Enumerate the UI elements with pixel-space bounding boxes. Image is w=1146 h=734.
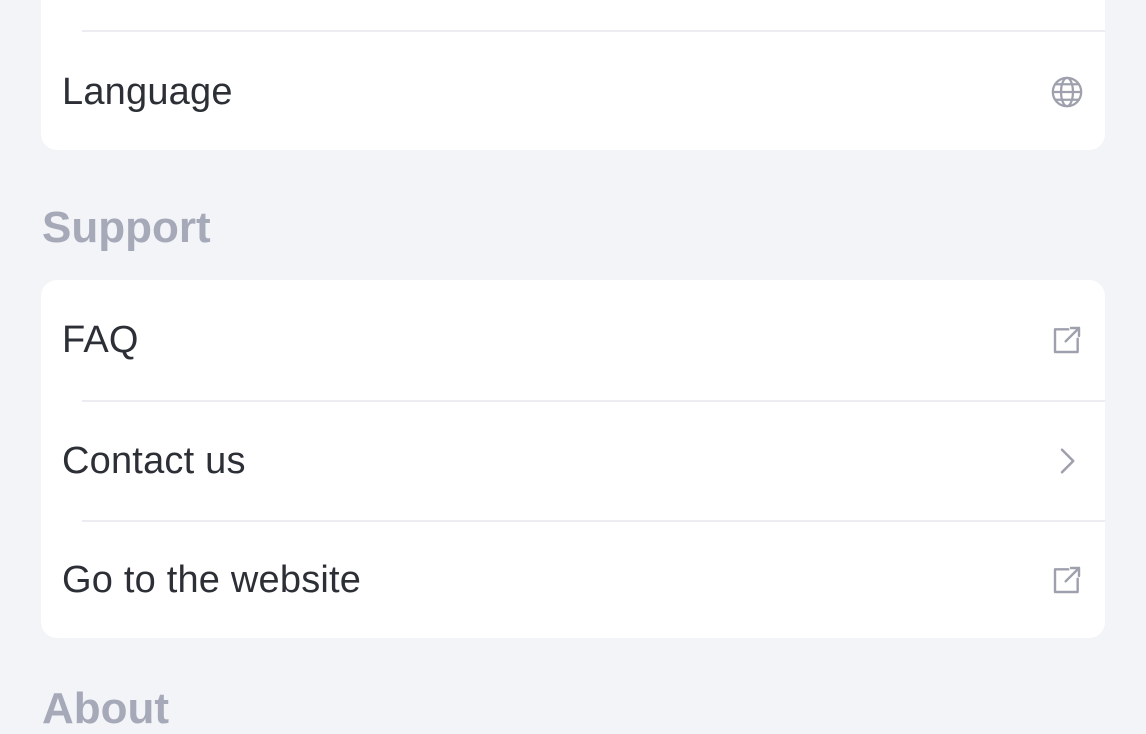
faq-row[interactable]: FAQ	[41, 280, 1105, 400]
external-link-icon	[1049, 322, 1085, 358]
about-section-title: About	[42, 684, 170, 733]
website-row[interactable]: Go to the website	[41, 520, 1105, 640]
language-label: Language	[62, 70, 233, 113]
website-label: Go to the website	[62, 558, 362, 601]
contact-us-row[interactable]: Contact us	[41, 401, 1105, 521]
support-section-title: Support	[42, 203, 211, 252]
faq-label: FAQ	[62, 318, 139, 361]
support-card: FAQ Contact us Go to the website	[41, 280, 1105, 638]
settings-card: Language	[41, 0, 1105, 150]
language-row[interactable]: Language	[41, 32, 1105, 152]
chevron-right-icon	[1049, 443, 1085, 479]
external-link-icon	[1049, 562, 1085, 598]
globe-icon	[1049, 74, 1085, 110]
contact-us-label: Contact us	[62, 439, 246, 482]
